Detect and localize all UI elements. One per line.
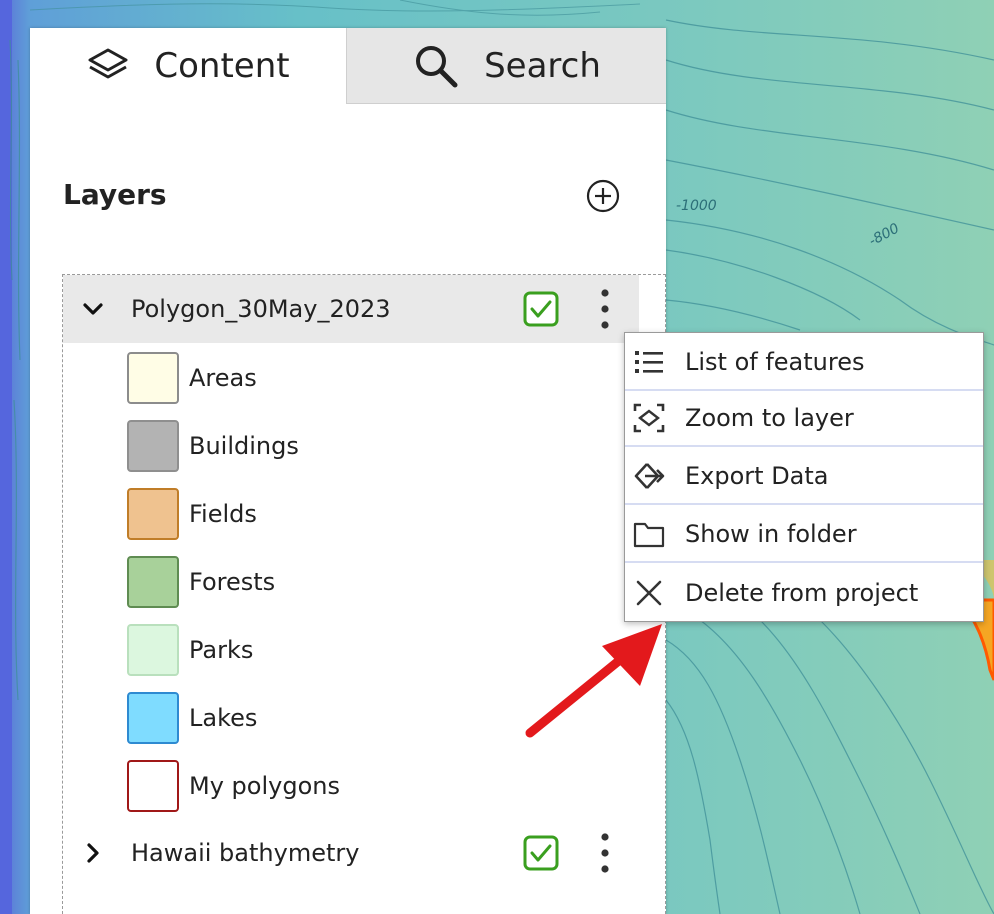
content-panel: Content Search Layers Polygon_30May_2023 [30, 28, 666, 914]
export-icon [634, 463, 665, 489]
menu-item-label: Zoom to layer [685, 404, 854, 432]
chevron-down-icon[interactable] [83, 299, 103, 319]
legend-label: Lakes [189, 704, 258, 732]
legend-label: Buildings [189, 432, 299, 460]
legend-swatch [127, 488, 179, 540]
more-options-icon[interactable] [595, 287, 615, 331]
layer-row-polygon[interactable]: Polygon_30May_2023 [63, 275, 639, 343]
contour-label: -1000 [676, 198, 717, 214]
tab-content-label: Content [154, 46, 290, 86]
menu-item-export-data[interactable]: Export Data [625, 449, 983, 505]
layer-row-hawaii-bathymetry[interactable]: Hawaii bathymetry [63, 819, 665, 887]
legend-item-my-polygons: My polygons [127, 757, 340, 815]
layer-context-menu: List of features Zoom to layer Export Da… [624, 332, 984, 622]
legend-item-parks: Parks [127, 621, 253, 679]
legend-swatch [127, 352, 179, 404]
tab-content[interactable]: Content [30, 28, 346, 104]
menu-item-label: Show in folder [685, 520, 857, 548]
legend-swatch [127, 556, 179, 608]
layer-tree: Polygon_30May_2023 Areas Buildings Field… [62, 274, 666, 914]
list-icon [635, 351, 663, 373]
layer-name: Hawaii bathymetry [131, 839, 360, 867]
legend-item-areas: Areas [127, 349, 257, 407]
menu-item-label: Export Data [685, 462, 829, 490]
legend-label: Areas [189, 364, 257, 392]
visibility-checkbox[interactable] [523, 291, 559, 327]
legend-swatch [127, 760, 179, 812]
legend-swatch [127, 692, 179, 744]
layers-icon [88, 48, 128, 79]
legend-item-fields: Fields [127, 485, 257, 543]
legend-item-forests: Forests [127, 553, 275, 611]
menu-item-list-of-features[interactable]: List of features [625, 335, 983, 391]
close-icon [636, 580, 662, 606]
search-icon [416, 45, 458, 87]
menu-item-label: Delete from project [685, 579, 919, 607]
menu-item-show-in-folder[interactable]: Show in folder [625, 507, 983, 563]
legend-swatch [127, 624, 179, 676]
menu-item-label: List of features [685, 348, 865, 376]
zoom-extent-icon [633, 403, 665, 433]
more-options-icon[interactable] [595, 831, 615, 875]
legend-item-buildings: Buildings [127, 417, 299, 475]
legend-label: Forests [189, 568, 276, 596]
legend-item-lakes: Lakes [127, 689, 257, 747]
layers-title: Layers [63, 178, 167, 211]
tab-search-label: Search [484, 45, 601, 86]
layer-name: Polygon_30May_2023 [131, 295, 391, 323]
menu-item-delete-from-project[interactable]: Delete from project [625, 565, 983, 621]
add-layer-icon[interactable] [585, 178, 621, 214]
legend-swatch [127, 420, 179, 472]
menu-item-zoom-to-layer[interactable]: Zoom to layer [625, 391, 983, 447]
chevron-right-icon[interactable] [83, 843, 103, 863]
legend-label: My polygons [189, 772, 340, 800]
tab-search[interactable]: Search [346, 28, 666, 104]
legend-label: Fields [189, 500, 257, 528]
folder-icon [633, 522, 665, 548]
legend-label: Parks [189, 636, 254, 664]
visibility-checkbox[interactable] [523, 835, 559, 871]
